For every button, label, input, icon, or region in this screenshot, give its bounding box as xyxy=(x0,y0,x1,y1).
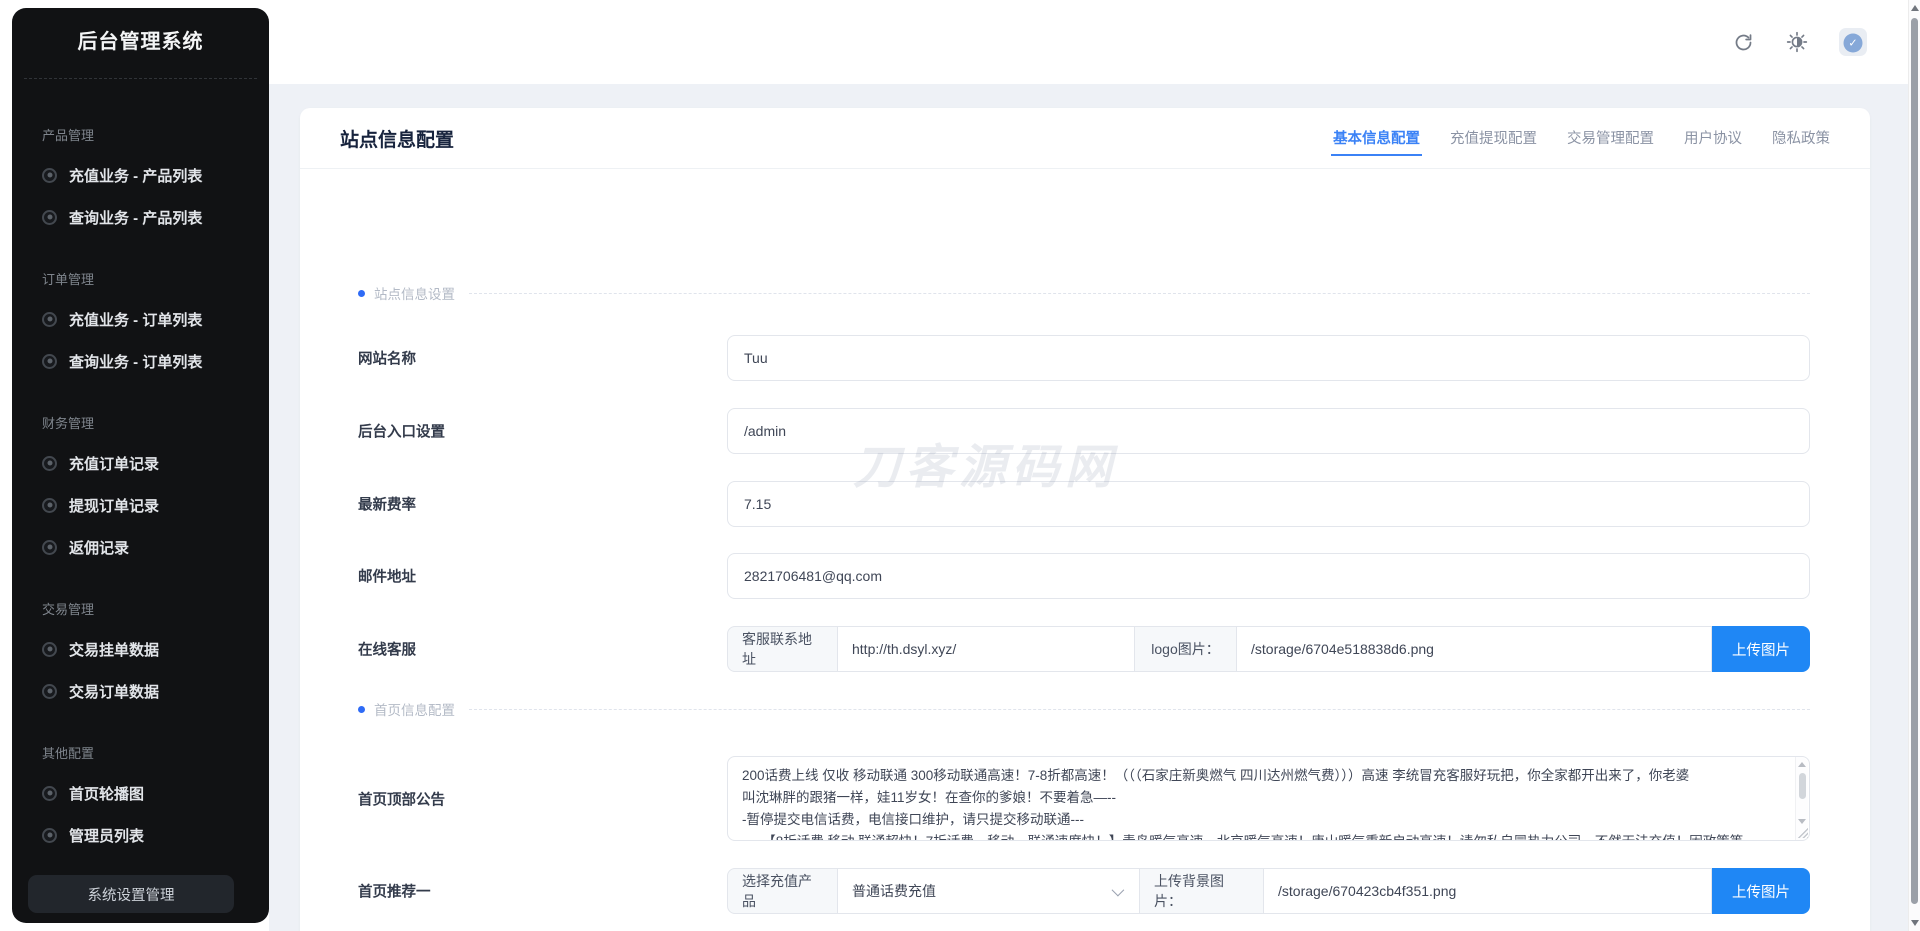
app-title: 后台管理系统 xyxy=(77,30,204,53)
disc-icon xyxy=(42,785,57,801)
service-url-addon: 客服联系地址 xyxy=(727,626,838,672)
admin-entry-input[interactable]: /admin xyxy=(727,408,1810,454)
sidebar: 后台管理系统 产品管理 充值业务 - 产品列表 查询业务 - 产品列表 订单管理… xyxy=(12,8,269,923)
sidebar-item-query-product-list[interactable]: 查询业务 - 产品列表 xyxy=(12,196,269,238)
disc-icon xyxy=(42,539,57,555)
sidebar-group-products: 产品管理 充值业务 - 产品列表 查询业务 - 产品列表 xyxy=(12,125,269,238)
recommend-1-group: 选择充值产品 普通话费充值 上传背景图片： /storage/670423cb4… xyxy=(727,868,1810,914)
disc-icon xyxy=(42,311,57,327)
section-home-info: 首页信息配置 xyxy=(358,701,1810,718)
sidebar-group-finance: 财务管理 充值订单记录 提现订单记录 返佣记录 xyxy=(12,413,269,568)
sidebar-item-rebate-records[interactable]: 返佣记录 xyxy=(12,526,269,568)
disc-icon xyxy=(42,353,57,369)
sidebar-group-label: 产品管理 xyxy=(42,128,95,143)
recommend-1-product-select[interactable]: 普通话费充值 xyxy=(838,868,1140,914)
disc-icon xyxy=(42,683,57,699)
email-input[interactable]: 2821706481@qq.com xyxy=(727,553,1810,599)
sidebar-item-recharge-order-list[interactable]: 充值业务 - 订单列表 xyxy=(12,298,269,340)
tab-trade-manage[interactable]: 交易管理配置 xyxy=(1565,122,1656,156)
section-dot-icon xyxy=(358,705,365,713)
bg-image-addon: 上传背景图片： xyxy=(1140,868,1264,914)
sidebar-item-recharge-order-records[interactable]: 充值订单记录 xyxy=(12,442,269,484)
config-tabs: 基本信息配置 充值提现配置 交易管理配置 用户协议 隐私政策 xyxy=(1331,108,1832,169)
home-notice-textarea[interactable]: 200话费上线 仅收 移动联通 300移动联通高速！7-8折都高速！（（（石家庄… xyxy=(727,756,1810,841)
disc-icon xyxy=(42,209,57,225)
scroll-up-icon[interactable] xyxy=(1798,762,1806,767)
content-area: 站点信息配置 基本信息配置 充值提现配置 交易管理配置 用户协议 隐私政策 站点… xyxy=(269,84,1908,931)
chevron-down-icon xyxy=(1111,883,1125,896)
row-admin-entry: 后台入口设置 /admin xyxy=(358,408,1810,454)
check-badge-icon xyxy=(1843,33,1863,53)
theme-toggle-icon[interactable] xyxy=(1785,30,1809,54)
scroll-down-icon[interactable] xyxy=(1910,920,1919,926)
row-latest-rate: 最新费率 7.15 xyxy=(358,481,1810,527)
textarea-scrollbar[interactable] xyxy=(1795,757,1808,840)
row-home-recommend-1: 首页推荐一 选择充值产品 普通话费充值 上传背景图片： /storage/670… xyxy=(358,868,1810,914)
settings-card: 站点信息配置 基本信息配置 充值提现配置 交易管理配置 用户协议 隐私政策 站点… xyxy=(300,108,1870,931)
disc-icon xyxy=(42,641,57,657)
tab-basic-info[interactable]: 基本信息配置 xyxy=(1331,122,1422,156)
upload-logo-button[interactable]: 上传图片 xyxy=(1712,626,1810,672)
disc-icon xyxy=(42,455,57,471)
upload-bg-1-button[interactable]: 上传图片 xyxy=(1712,868,1810,914)
tab-user-agreement[interactable]: 用户协议 xyxy=(1682,122,1744,156)
sidebar-divider xyxy=(24,78,257,79)
disc-icon xyxy=(42,497,57,513)
sidebar-item-trade-order-data[interactable]: 交易订单数据 xyxy=(12,670,269,712)
page-title: 站点信息配置 xyxy=(340,130,455,151)
row-site-name: 网站名称 Tuu xyxy=(358,335,1810,381)
card-header: 站点信息配置 基本信息配置 充值提现配置 交易管理配置 用户协议 隐私政策 xyxy=(300,108,1870,169)
sidebar-item-admin-list[interactable]: 管理员列表 xyxy=(12,814,269,856)
logo-path-input[interactable]: /storage/6704e518838d6.png xyxy=(1237,626,1712,672)
topbar xyxy=(269,0,1908,84)
sidebar-group-orders: 订单管理 充值业务 - 订单列表 查询业务 - 订单列表 xyxy=(12,269,269,382)
row-online-service: 在线客服 客服联系地址 http://th.dsyl.xyz/ logo图片： … xyxy=(358,626,1810,672)
tab-recharge-withdraw[interactable]: 充值提现配置 xyxy=(1448,122,1539,156)
site-name-input[interactable]: Tuu xyxy=(727,335,1810,381)
service-url-input[interactable]: http://th.dsyl.xyz/ xyxy=(838,626,1135,672)
section-site-info: 站点信息设置 xyxy=(358,285,1810,302)
scrollbar-thumb[interactable] xyxy=(1911,18,1918,904)
user-avatar[interactable] xyxy=(1839,28,1867,56)
sidebar-item-recharge-product-list[interactable]: 充值业务 - 产品列表 xyxy=(12,154,269,196)
app-root: 后台管理系统 产品管理 充值业务 - 产品列表 查询业务 - 产品列表 订单管理… xyxy=(0,0,1920,931)
sidebar-group-label: 其他配置 xyxy=(42,746,95,761)
row-email: 邮件地址 2821706481@qq.com xyxy=(358,553,1810,599)
form-body: 站点信息设置 网站名称 Tuu 后台入口设置 /admin 最新费率 7.15 … xyxy=(300,169,1870,931)
section-dot-icon xyxy=(358,289,365,297)
sidebar-group-label: 交易管理 xyxy=(42,602,95,617)
latest-rate-input[interactable]: 7.15 xyxy=(727,481,1810,527)
online-service-group: 客服联系地址 http://th.dsyl.xyz/ logo图片： /stor… xyxy=(727,626,1810,672)
sidebar-group-label: 订单管理 xyxy=(42,272,95,287)
scroll-up-icon[interactable] xyxy=(1910,5,1919,11)
select-product-addon: 选择充值产品 xyxy=(727,868,838,914)
row-home-notice: 首页顶部公告 200话费上线 仅收 移动联通 300移动联通高速！7-8折都高速… xyxy=(358,756,1810,841)
scroll-down-icon[interactable] xyxy=(1798,819,1806,824)
sidebar-item-home-carousel[interactable]: 首页轮播图 xyxy=(12,772,269,814)
scrollbar-thumb[interactable] xyxy=(1799,773,1806,799)
recommend-1-bg-path-input[interactable]: /storage/670423cb4f351.png xyxy=(1264,868,1712,914)
system-settings-button[interactable]: 系统设置管理 xyxy=(28,875,234,913)
disc-icon xyxy=(42,827,57,843)
disc-icon xyxy=(42,167,57,183)
section-dashed-line xyxy=(469,708,1810,710)
sidebar-item-withdraw-order-records[interactable]: 提现订单记录 xyxy=(12,484,269,526)
section-dashed-line xyxy=(469,292,1810,294)
sidebar-group-label: 财务管理 xyxy=(42,416,95,431)
tab-privacy-policy[interactable]: 隐私政策 xyxy=(1770,122,1832,156)
page-scrollbar[interactable] xyxy=(1908,0,1920,931)
sidebar-group-other: 其他配置 首页轮播图 管理员列表 xyxy=(12,743,269,856)
sidebar-item-trade-pending-data[interactable]: 交易挂单数据 xyxy=(12,628,269,670)
sidebar-group-trade: 交易管理 交易挂单数据 交易订单数据 xyxy=(12,599,269,712)
sidebar-item-query-order-list[interactable]: 查询业务 - 订单列表 xyxy=(12,340,269,382)
logo-image-addon: logo图片： xyxy=(1135,626,1237,672)
refresh-icon[interactable] xyxy=(1731,30,1755,54)
